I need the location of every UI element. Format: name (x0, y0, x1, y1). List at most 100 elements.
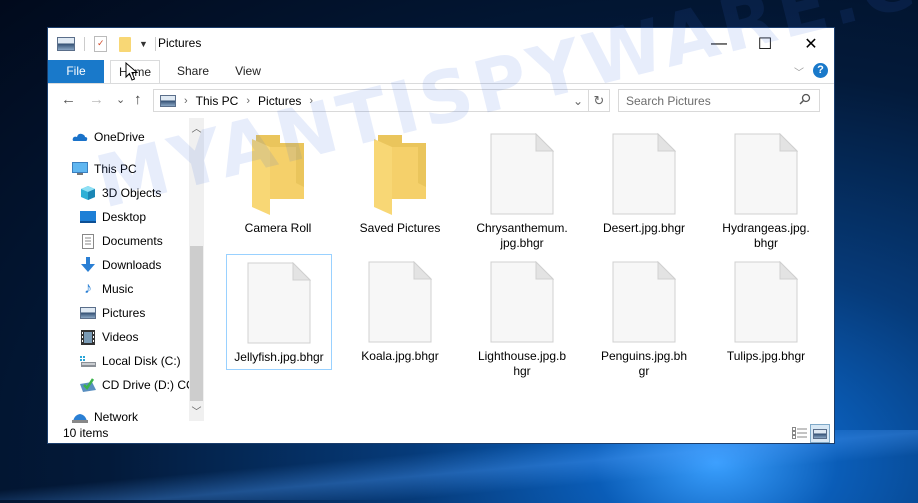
file-name-label: Desert.jpg.bhgr (602, 221, 686, 235)
sidebar-item-music[interactable]: ♪ Music (80, 278, 133, 300)
expand-ribbon-chevron-icon[interactable]: ﹀ (794, 64, 804, 79)
large-icons-view-icon (813, 428, 827, 439)
document-icon (80, 233, 96, 249)
recent-locations-chevron-icon[interactable]: ⌄ (116, 93, 125, 106)
tab-share[interactable]: Share (166, 60, 220, 83)
file-name-label: Koala.jpg.bhgr (361, 349, 439, 363)
sidebar-item-label: Videos (102, 330, 139, 344)
folder-item[interactable]: Saved Pictures (348, 126, 452, 236)
cd-drive-icon (80, 377, 96, 393)
maximize-button[interactable]: ☐ (742, 28, 788, 60)
sidebar-item-label: Downloads (102, 258, 162, 272)
breadcrumb-this-pc[interactable]: This PC (196, 94, 239, 108)
sidebar-item-videos[interactable]: Videos (80, 326, 138, 348)
file-item[interactable]: Jellyfish.jpg.bhgr (226, 254, 332, 370)
desktop-icon (80, 209, 96, 225)
navigation-pane-scrollbar[interactable]: ︿ ﹀ (189, 118, 204, 421)
disk-icon (80, 353, 96, 369)
sidebar-item-this-pc[interactable]: This PC (72, 158, 137, 180)
item-count: 10 items (63, 426, 109, 440)
file-item[interactable]: Desert.jpg.bhgr (592, 126, 696, 236)
file-item[interactable]: Hydrangeas.jpg. bhgr (714, 126, 818, 251)
breadcrumb-separator[interactable]: › (246, 95, 250, 107)
file-item[interactable]: Koala.jpg.bhgr (348, 254, 452, 364)
cube-icon (80, 185, 96, 201)
address-bar[interactable]: › This PC › Pictures › ⌄ (153, 89, 610, 112)
tab-view[interactable]: View (224, 60, 272, 83)
sidebar-item-onedrive[interactable]: OneDrive (72, 126, 145, 148)
close-button[interactable]: ✕ (788, 28, 834, 60)
status-bar: 10 items (48, 423, 834, 443)
download-icon (80, 257, 96, 273)
up-button[interactable]: ↑ (134, 91, 142, 108)
computer-icon (72, 161, 88, 177)
sidebar-item-cd-drive[interactable]: CD Drive (D:) CC (80, 374, 195, 396)
sidebar-item-network[interactable]: Network (72, 406, 138, 423)
blank-file-icon (714, 126, 818, 221)
window-title: Pictures (158, 36, 202, 50)
back-button[interactable]: ← (61, 91, 76, 108)
customize-toolbar-chevron-icon[interactable]: ▼ (139, 39, 148, 49)
file-name-label: Camera Roll (244, 221, 312, 235)
sidebar-item-label: CD Drive (D:) CC (102, 378, 195, 392)
file-name-label: Chrysanthemum. jpg.bhgr (476, 221, 568, 250)
minimize-button[interactable]: — (696, 28, 742, 60)
sidebar-item-local-disk[interactable]: Local Disk (C:) (80, 350, 181, 372)
forward-button[interactable]: → (89, 91, 104, 108)
blank-file-icon (470, 126, 574, 221)
scroll-down-chevron-icon[interactable]: ﹀ (189, 403, 204, 418)
breadcrumb-separator[interactable]: › (184, 95, 188, 107)
window-pictures-icon[interactable] (57, 37, 75, 51)
new-folder-icon[interactable] (119, 36, 131, 52)
sidebar-item-label: Desktop (102, 210, 147, 224)
scrollbar-thumb[interactable] (190, 246, 203, 401)
properties-icon[interactable]: ✓ (94, 36, 107, 52)
file-list: Camera Roll Saved Pictures Chrysanthemum. … (208, 118, 834, 423)
sidebar-item-label: This PC (94, 162, 137, 176)
breadcrumb-pictures[interactable]: Pictures (258, 94, 301, 108)
blank-file-icon (227, 255, 331, 350)
sidebar-item-label: Music (102, 282, 134, 296)
file-item[interactable]: Chrysanthemum. jpg.bhgr (470, 126, 574, 251)
refresh-button[interactable]: ↻ (588, 89, 610, 112)
pictures-icon (80, 305, 96, 321)
folder-icon (348, 126, 452, 221)
ribbon-tabs: File Home Share View ﹀ ? (48, 60, 834, 84)
folder-item[interactable]: Camera Roll (226, 126, 330, 236)
file-item[interactable]: Lighthouse.jpg.b hgr (470, 254, 574, 379)
folder-icon (226, 126, 330, 221)
blank-file-icon (592, 254, 696, 349)
search-input[interactable]: Search Pictures (618, 89, 820, 112)
breadcrumb-separator[interactable]: › (309, 95, 313, 107)
navigation-pane: OneDrive This PC 3D Objects Desktop Docu… (48, 118, 206, 423)
address-dropdown-chevron-icon[interactable]: ⌄ (573, 94, 583, 108)
sidebar-item-label: Local Disk (C:) (102, 354, 181, 368)
help-icon[interactable]: ? (813, 63, 828, 78)
file-item[interactable]: Penguins.jpg.bh gr (592, 254, 696, 379)
network-icon (72, 409, 88, 423)
sidebar-item-documents[interactable]: Documents (80, 230, 163, 252)
file-name-label: Penguins.jpg.bh gr (600, 349, 688, 378)
pictures-location-icon (160, 94, 176, 107)
blank-file-icon (714, 254, 818, 349)
file-name-label: Lighthouse.jpg.b hgr (477, 349, 567, 378)
toolbar-divider (84, 37, 85, 51)
tab-file[interactable]: File (48, 60, 104, 83)
sidebar-item-label: 3D Objects (102, 186, 162, 200)
file-name-label: Jellyfish.jpg.bhgr (234, 350, 324, 364)
search-icon[interactable] (799, 93, 811, 108)
navigation-bar: ← → ⌄ ↑ › This PC › Pictures › ⌄ ↻ Searc… (48, 84, 834, 116)
sidebar-item-downloads[interactable]: Downloads (80, 254, 161, 276)
sidebar-item-desktop[interactable]: Desktop (80, 206, 146, 228)
file-item[interactable]: Tulips.jpg.bhgr (714, 254, 818, 364)
sidebar-item-pictures[interactable]: Pictures (80, 302, 145, 324)
blank-file-icon (592, 126, 696, 221)
large-icons-view-button[interactable] (810, 424, 830, 443)
cloud-icon (72, 129, 88, 145)
sidebar-item-label: Pictures (102, 306, 146, 320)
blank-file-icon (348, 254, 452, 349)
scroll-up-chevron-icon[interactable]: ︿ (189, 120, 204, 135)
details-view-button[interactable] (790, 424, 808, 441)
sidebar-item-3d-objects[interactable]: 3D Objects (80, 182, 161, 204)
quick-access-toolbar: ✓ ▼ (57, 36, 156, 52)
